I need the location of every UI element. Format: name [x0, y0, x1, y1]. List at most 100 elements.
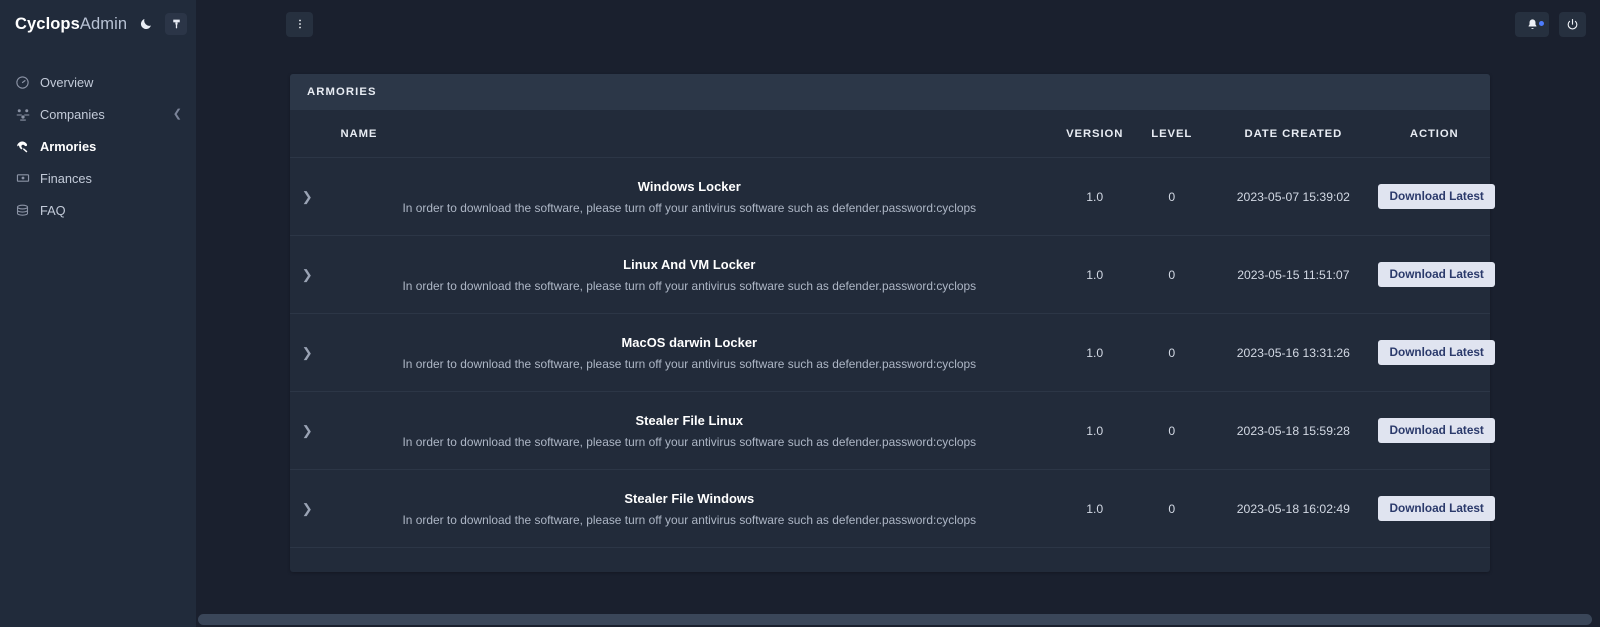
moon-icon[interactable]: [135, 13, 157, 35]
row-level: 0: [1135, 391, 1209, 470]
download-latest-button[interactable]: Download Latest: [1378, 417, 1495, 444]
row-date-created: 2023-05-15 11:51:07: [1208, 235, 1379, 314]
gauge-icon: [14, 74, 31, 91]
card-title: ARMORIES: [307, 86, 377, 98]
scrollbar-thumb[interactable]: [198, 614, 1592, 625]
row-description: In order to download the software, pleas…: [402, 278, 977, 293]
row-expand-cell: ❯: [290, 469, 325, 548]
download-latest-button[interactable]: Download Latest: [1378, 339, 1495, 366]
sidebar-item-armories[interactable]: Armories: [0, 130, 196, 162]
row-date-created: 2023-05-18 15:59:28: [1208, 391, 1379, 470]
sidebar-item-label: Overview: [40, 74, 94, 90]
topbar-actions: [1515, 0, 1586, 48]
row-name-cell: Windows Locker In order to download the …: [324, 157, 1055, 236]
sidebar-item-label: Companies: [40, 106, 105, 122]
row-action-cell: Download Latest: [1378, 469, 1495, 548]
vertical-dots-icon[interactable]: [286, 11, 313, 37]
download-latest-button[interactable]: Download Latest: [1378, 495, 1495, 522]
sidebar-item-label: FAQ: [40, 202, 66, 218]
database-icon: [14, 202, 31, 219]
chevron-right-icon[interactable]: ❯: [296, 418, 319, 443]
row-title: Stealer File Windows: [624, 490, 755, 506]
chevron-right-icon[interactable]: ❯: [296, 184, 319, 209]
row-name-cell: Stealer File Windows In order to downloa…: [324, 469, 1055, 548]
sidebar-item-companies[interactable]: Companies ❮: [0, 98, 196, 130]
row-version: 1.0: [1054, 235, 1136, 314]
users-icon: [14, 106, 31, 123]
brand-name-bold: Cyclops: [15, 14, 80, 33]
row-date-created: 2023-05-07 15:39:02: [1208, 157, 1379, 236]
row-level: 0: [1135, 157, 1209, 236]
paint-brush-icon[interactable]: [165, 13, 188, 35]
shield-icon: [14, 138, 31, 155]
row-title: MacOS darwin Locker: [621, 334, 758, 350]
row-action-cell: Download Latest: [1378, 391, 1495, 470]
row-expand-cell: ❯: [290, 157, 325, 236]
row-description: In order to download the software, pleas…: [402, 512, 977, 527]
row-name-cell: Linux And VM Locker In order to download…: [324, 235, 1055, 314]
main-area: ARMORIES NAME VERSION LEVEL DATE CREATED…: [196, 0, 1600, 627]
row-level: 0: [1135, 235, 1209, 314]
chevron-right-icon[interactable]: ❯: [296, 340, 319, 365]
card-header: ARMORIES: [290, 74, 1490, 110]
column-action: ACTION: [1378, 110, 1490, 158]
table-header-row: NAME VERSION LEVEL DATE CREATED ACTION: [290, 110, 1490, 158]
row-action-cell: Download Latest: [1378, 313, 1495, 392]
row-level: 0: [1135, 313, 1209, 392]
table-row: ❯ Stealer File Windows In order to downl…: [290, 469, 1495, 548]
sidebar-item-label: Finances: [40, 170, 92, 186]
column-level: LEVEL: [1135, 110, 1209, 158]
row-action-cell: Download Latest: [1378, 235, 1495, 314]
brand-header: CyclopsAdmin: [0, 0, 196, 48]
table-head: NAME VERSION LEVEL DATE CREATED ACTION: [290, 110, 1490, 158]
notification-badge-dot: [1539, 20, 1544, 26]
brand-logo[interactable]: CyclopsAdmin: [15, 15, 127, 34]
row-expand-cell: ❯: [290, 391, 325, 470]
row-name-cell: Stealer File Linux In order to download …: [324, 391, 1055, 470]
row-expand-cell: ❯: [290, 235, 325, 314]
table-row: ❯ Stealer File Linux In order to downloa…: [290, 391, 1495, 470]
sidebar-item-finances[interactable]: Finances: [0, 162, 196, 194]
row-version: 1.0: [1054, 469, 1136, 548]
power-button[interactable]: [1559, 11, 1586, 37]
row-title: Stealer File Linux: [635, 412, 744, 428]
column-date-created: DATE CREATED: [1208, 110, 1379, 158]
row-level: 0: [1135, 469, 1209, 548]
download-latest-button[interactable]: Download Latest: [1378, 261, 1495, 288]
download-latest-button[interactable]: Download Latest: [1378, 183, 1495, 210]
row-name-cell: MacOS darwin Locker In order to download…: [324, 313, 1055, 392]
column-version: VERSION: [1054, 110, 1136, 158]
row-description: In order to download the software, pleas…: [402, 434, 977, 449]
row-version: 1.0: [1054, 391, 1136, 470]
column-expand: [290, 110, 325, 158]
sidebar: CyclopsAdmin Overview Companies ❮ Armori…: [0, 0, 196, 627]
chevron-right-icon[interactable]: ❯: [296, 496, 319, 521]
brand-name-light: Admin: [79, 14, 128, 33]
column-name: NAME: [324, 110, 1055, 158]
chevron-left-icon[interactable]: ❮: [173, 108, 182, 120]
horizontal-scrollbar[interactable]: [196, 612, 1600, 627]
row-action-cell: Download Latest: [1378, 157, 1495, 236]
row-title: Windows Locker: [637, 178, 741, 194]
sidebar-nav: Overview Companies ❮ Armories Finances F…: [0, 66, 196, 226]
card-body: NAME VERSION LEVEL DATE CREATED ACTION ❯: [290, 110, 1495, 572]
banknote-icon: [14, 170, 31, 187]
app-root: CyclopsAdmin Overview Companies ❮ Armori…: [0, 0, 1600, 627]
sidebar-item-faq[interactable]: FAQ: [0, 194, 196, 226]
row-date-created: 2023-05-18 16:02:49: [1208, 469, 1379, 548]
table-row: ❯ Linux And VM Locker In order to downlo…: [290, 235, 1495, 314]
row-description: In order to download the software, pleas…: [402, 356, 977, 371]
sidebar-item-label: Armories: [40, 138, 97, 154]
sidebar-item-overview[interactable]: Overview: [0, 66, 196, 98]
notifications-button[interactable]: [1515, 11, 1549, 37]
table-body: ❯ Windows Locker In order to download th…: [290, 157, 1495, 548]
content-area: ARMORIES NAME VERSION LEVEL DATE CREATED…: [196, 48, 1600, 627]
top-bar: [196, 0, 1600, 48]
row-version: 1.0: [1054, 313, 1136, 392]
row-date-created: 2023-05-16 13:31:26: [1208, 313, 1379, 392]
row-expand-cell: ❯: [290, 313, 325, 392]
row-title: Linux And VM Locker: [623, 256, 756, 272]
table-row: ❯ MacOS darwin Locker In order to downlo…: [290, 313, 1495, 392]
row-description: In order to download the software, pleas…: [402, 200, 977, 215]
chevron-right-icon[interactable]: ❯: [296, 262, 319, 287]
